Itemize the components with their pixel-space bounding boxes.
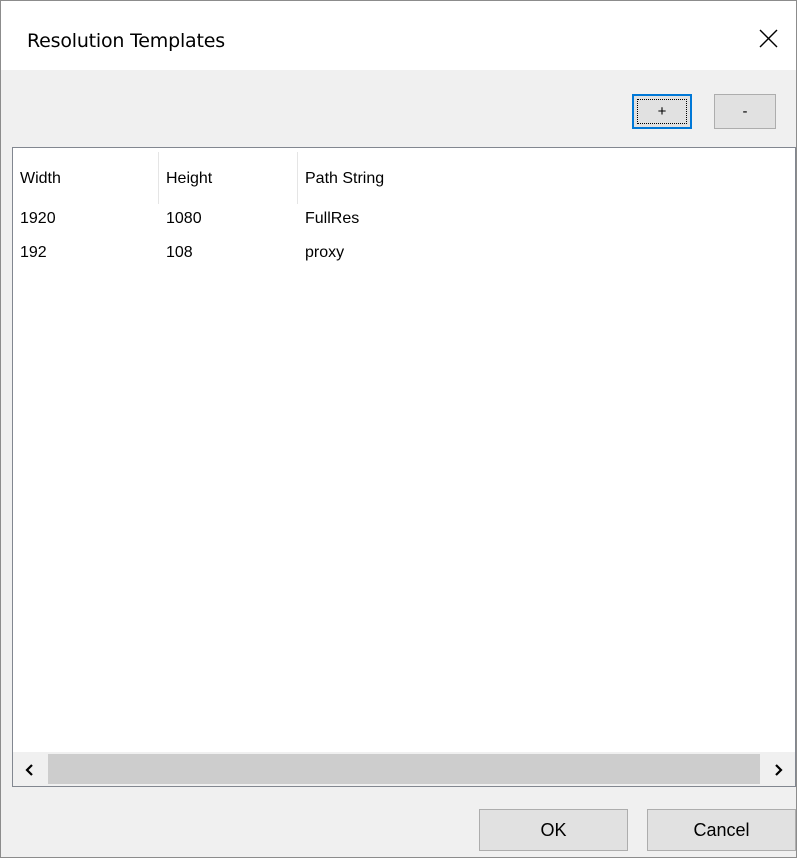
scroll-left-button[interactable] <box>13 752 47 786</box>
cancel-button[interactable]: Cancel <box>647 809 796 851</box>
cancel-button-label: Cancel <box>693 820 750 840</box>
table-row[interactable]: 192 108 proxy <box>13 236 795 270</box>
column-header-width[interactable]: Width <box>13 148 158 204</box>
templates-list[interactable]: Width Height Path String 1920 1080 FullR… <box>12 147 796 787</box>
cell-path-string: proxy <box>305 244 345 261</box>
chevron-right-icon <box>775 764 783 776</box>
chevron-left-icon <box>25 764 33 776</box>
dialog-title: Resolution Templates <box>27 30 225 52</box>
ok-button[interactable]: OK <box>479 809 628 851</box>
add-template-button[interactable]: + <box>632 94 692 129</box>
cell-height: 108 <box>166 244 193 261</box>
close-button[interactable] <box>740 1 796 70</box>
list-header: Width Height Path String <box>13 148 795 208</box>
resolution-templates-dialog: Resolution Templates + - Width Height Pa… <box>0 0 797 858</box>
column-header-height[interactable]: Height <box>159 148 297 204</box>
horizontal-scrollbar[interactable] <box>13 752 795 786</box>
remove-button-label: - <box>742 103 748 120</box>
focus-rectangle <box>637 99 687 124</box>
remove-template-button[interactable]: - <box>714 94 776 129</box>
title-bar: Resolution Templates <box>1 1 796 70</box>
scroll-thumb[interactable] <box>48 754 760 784</box>
cell-width: 1920 <box>20 210 56 227</box>
cell-path-string: FullRes <box>305 210 360 227</box>
column-header-path-string[interactable]: Path String <box>298 148 598 204</box>
ok-button-label: OK <box>540 820 567 840</box>
close-icon <box>759 29 778 48</box>
cell-height: 1080 <box>166 210 202 227</box>
scroll-right-button[interactable] <box>761 752 795 786</box>
cell-width: 192 <box>20 244 47 261</box>
table-row[interactable]: 1920 1080 FullRes <box>13 202 795 236</box>
